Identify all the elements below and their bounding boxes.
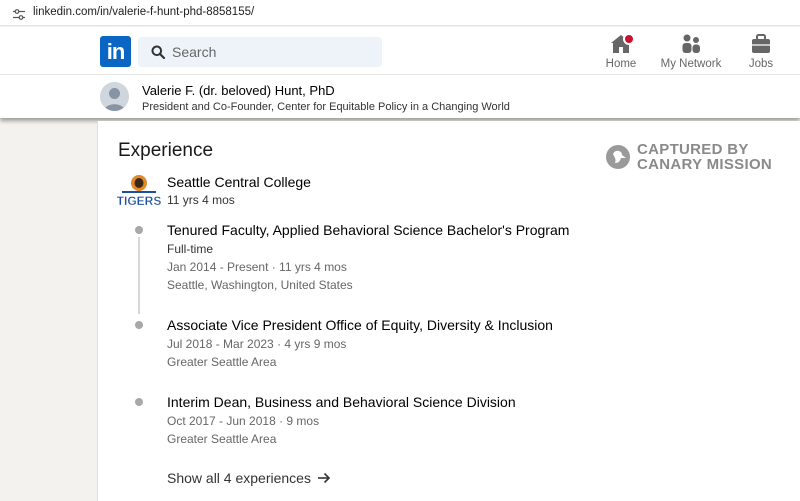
browser-url-bar[interactable]: linkedin.com/in/valerie-f-hunt-phd-88581… <box>0 0 800 26</box>
nav-my-network-label: My Network <box>660 58 722 70</box>
profile-sticky-header: Valerie F. (dr. beloved) Hunt, PhD Presi… <box>0 75 800 118</box>
role-location: Seattle, Washington, United States <box>167 278 353 292</box>
watermark-line-2: CANARY MISSION <box>637 156 773 173</box>
notification-dot <box>623 33 635 45</box>
search-input[interactable] <box>172 37 372 67</box>
briefcase-icon <box>752 34 770 53</box>
nav-jobs[interactable]: Jobs <box>726 33 796 70</box>
role-employment-type: Full-time <box>167 242 214 256</box>
role-title: Associate Vice President Office of Equit… <box>167 317 553 333</box>
nav-home-label: Home <box>605 58 637 70</box>
avatar[interactable] <box>100 82 129 111</box>
watermark-stamp: CAPTURED BY CANARY MISSION <box>605 141 795 175</box>
role-title: Tenured Faculty, Applied Behavioral Scie… <box>167 222 570 238</box>
experience-role: Associate Vice President Office of Equit… <box>167 317 553 369</box>
timeline-line <box>138 237 140 314</box>
timeline-dot <box>135 226 143 234</box>
show-all-experiences-link[interactable]: Show all 4 experiences <box>167 470 331 486</box>
profile-name: Valerie F. (dr. beloved) Hunt, PhD <box>142 83 335 98</box>
arrow-right-icon <box>317 472 331 484</box>
canary-icon <box>606 145 630 169</box>
experience-role: Interim Dean, Business and Behavioral Sc… <box>167 394 516 446</box>
search-box[interactable] <box>138 37 382 67</box>
top-navigation: in Home My Network <box>0 27 800 75</box>
role-location: Greater Seattle Area <box>167 355 277 369</box>
role-dates: Jul 2018 - Mar 2023 · 4 yrs 9 mos <box>167 337 347 351</box>
nav-jobs-label: Jobs <box>748 58 774 70</box>
url-text[interactable]: linkedin.com/in/valerie-f-hunt-phd-88581… <box>33 6 254 18</box>
role-dates: Oct 2017 - Jun 2018 · 9 mos <box>167 414 320 428</box>
profile-headline: President and Co-Founder, Center for Equ… <box>142 101 510 113</box>
network-icon <box>682 34 700 53</box>
section-title: Experience <box>118 140 214 161</box>
linkedin-logo[interactable]: in <box>100 36 131 67</box>
site-settings-icon[interactable] <box>13 7 25 20</box>
college-logo[interactable]: TIGERS <box>117 173 161 209</box>
show-all-label: Show all 4 experiences <box>167 470 311 486</box>
timeline-dot <box>135 321 143 329</box>
role-location: Greater Seattle Area <box>167 432 277 446</box>
experience-section: Experience CAPTURED BY CANARY MISSION TI… <box>97 121 800 501</box>
role-dates: Jan 2014 - Present · 11 yrs 4 mos <box>167 260 347 274</box>
timeline-dot <box>135 398 143 406</box>
role-title: Interim Dean, Business and Behavioral Sc… <box>167 394 516 410</box>
experience-role: Tenured Faculty, Applied Behavioral Scie… <box>167 222 569 292</box>
organization-name[interactable]: Seattle Central College <box>167 174 311 190</box>
search-icon <box>151 45 165 59</box>
organization-duration: 11 yrs 4 mos <box>167 193 235 207</box>
nav-my-network[interactable]: My Network <box>656 33 726 70</box>
nav-home[interactable]: Home <box>586 33 656 70</box>
college-logo-text: TIGERS <box>117 194 161 208</box>
